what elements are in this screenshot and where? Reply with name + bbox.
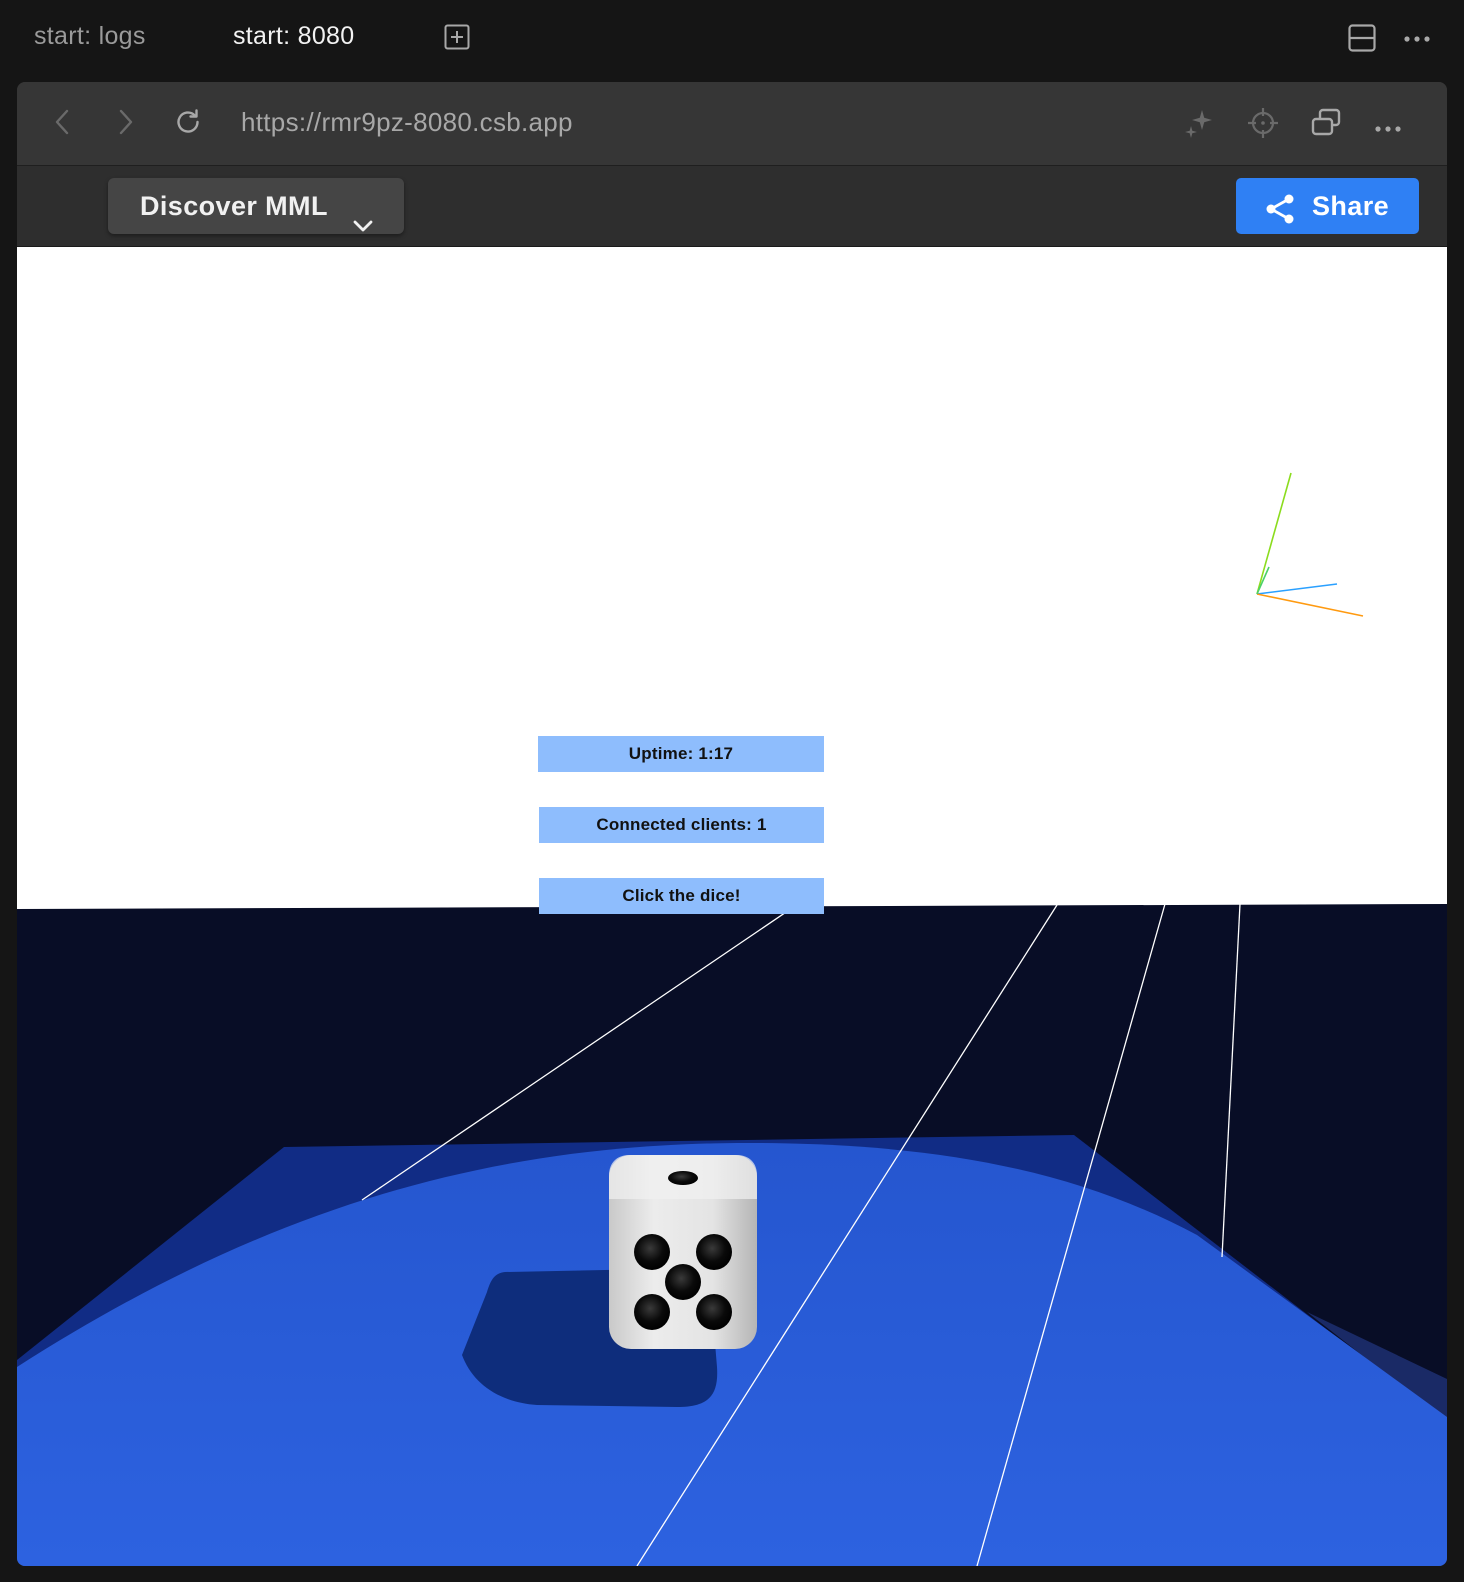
- click-dice-label[interactable]: Click the dice!: [539, 878, 824, 914]
- crosshair-icon[interactable]: [1247, 107, 1279, 144]
- open-window-icon[interactable]: [1310, 107, 1342, 144]
- share-button[interactable]: Share: [1236, 178, 1419, 234]
- scene-viewport[interactable]: Uptime: 1:17 Connected clients: 1 Click …: [17, 247, 1447, 1566]
- discover-mml-dropdown[interactable]: Discover MML: [108, 178, 404, 234]
- split-view-icon[interactable]: [1348, 24, 1376, 57]
- tab-bar: start: logs start: 8080: [0, 0, 1464, 78]
- url-bar: https://rmr9pz-8080.csb.app: [17, 82, 1447, 166]
- connected-clients-label: Connected clients: 1: [539, 807, 824, 843]
- browser-frame: https://rmr9pz-8080.csb.app Discover MML…: [17, 82, 1447, 1566]
- discover-mml-label: Discover MML: [140, 191, 328, 221]
- chevron-down-icon: [352, 197, 374, 253]
- browser-more-icon[interactable]: [1374, 120, 1402, 138]
- tab-start-8080[interactable]: start: 8080: [233, 22, 354, 51]
- tab-more-icon[interactable]: [1403, 30, 1431, 48]
- share-icon: [1263, 189, 1297, 245]
- tab-start-logs[interactable]: start: logs: [34, 22, 146, 51]
- app-toolbar: Discover MML Share: [17, 166, 1447, 247]
- uptime-label: Uptime: 1:17: [538, 736, 824, 772]
- new-tab-icon[interactable]: [444, 24, 470, 55]
- share-label: Share: [1312, 191, 1390, 221]
- back-icon[interactable]: [49, 107, 77, 142]
- forward-icon[interactable]: [111, 107, 139, 142]
- axes-helper: [1256, 472, 1364, 617]
- sparkle-icon[interactable]: [1183, 107, 1215, 144]
- dice: [609, 1155, 757, 1349]
- url-field[interactable]: https://rmr9pz-8080.csb.app: [241, 107, 573, 138]
- reload-icon[interactable]: [173, 107, 203, 142]
